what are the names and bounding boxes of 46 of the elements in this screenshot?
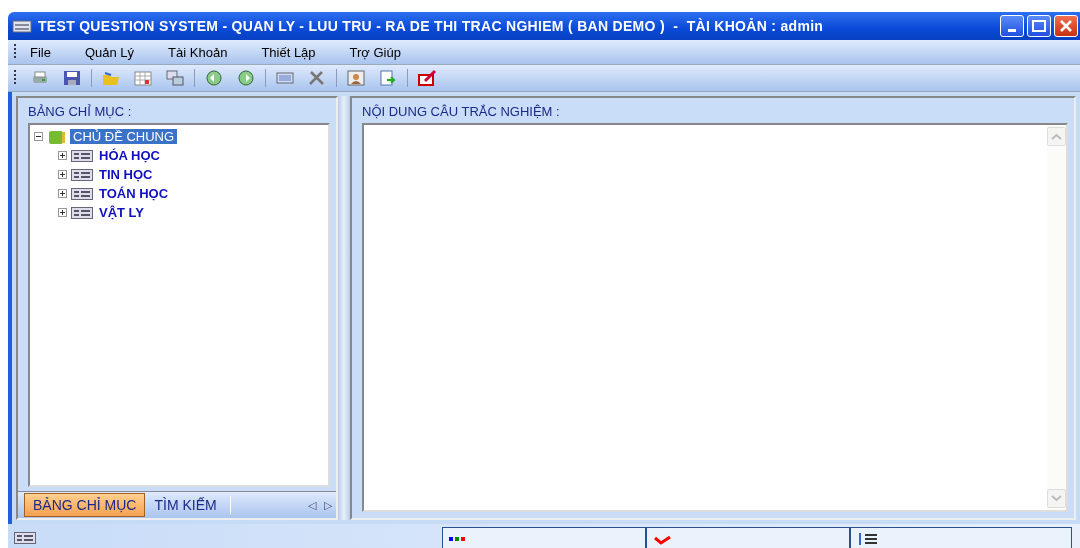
- maximize-button[interactable]: [1027, 15, 1051, 37]
- panel-title: NỘI DUNG CÂU TRẮC NGHIỆM :: [361, 103, 561, 121]
- menu-item[interactable]: File: [30, 44, 51, 60]
- collapse-icon[interactable]: [34, 132, 43, 141]
- back-icon[interactable]: [204, 69, 224, 87]
- tree-item[interactable]: TIN HỌC: [96, 167, 156, 182]
- tab[interactable]: BẢNG CHỈ MỤC: [24, 493, 146, 517]
- expand-icon[interactable]: [58, 208, 67, 217]
- numbered-list-icon: [857, 530, 879, 547]
- close-button[interactable]: [1054, 15, 1078, 37]
- tree-item[interactable]: VẬT LY: [96, 205, 148, 220]
- tree-item[interactable]: TOÁN HỌC: [96, 186, 172, 201]
- tab[interactable]: TÌM KIẾM: [145, 493, 226, 517]
- edit-icon[interactable]: [417, 69, 437, 87]
- list-icon: [71, 187, 93, 200]
- menu-item[interactable]: Thiết Lập: [261, 44, 316, 60]
- tab-scroll-button[interactable]: ▷: [320, 498, 336, 512]
- expand-icon[interactable]: [58, 151, 67, 160]
- minimize-button[interactable]: [1000, 15, 1024, 37]
- tree-item[interactable]: CHỦ ĐỀ CHUNG: [70, 129, 178, 144]
- export-icon[interactable]: [378, 69, 398, 87]
- minimize-icon: [1008, 28, 1016, 32]
- list-icon: [71, 149, 93, 162]
- list-icon: [14, 531, 36, 544]
- list-icon: [71, 206, 93, 219]
- forward-icon[interactable]: [236, 69, 256, 87]
- tab-scroll-button[interactable]: ◁: [304, 498, 320, 512]
- window-icon: [12, 19, 32, 33]
- close-icon: [1059, 19, 1073, 33]
- folder-icon[interactable]: [101, 69, 121, 87]
- list-icon: [71, 168, 93, 181]
- menu-item[interactable]: Quản Lý: [84, 44, 135, 60]
- panel-title: BẢNG CHỈ MỤC :: [27, 103, 133, 121]
- network-icon[interactable]: [165, 69, 185, 87]
- save-icon[interactable]: [62, 69, 82, 87]
- person-icon[interactable]: [346, 69, 366, 87]
- book-icon: [47, 128, 67, 145]
- menu-item[interactable]: Trợ Giúp: [349, 44, 401, 60]
- window-title: TEST QUESTION SYSTEM - QUAN LY - LUU TRU - RA DE THI TRAC NGHIEM ( BAN DEMO ) - TÀI KHOẢN : admin: [38, 18, 824, 34]
- expand-icon[interactable]: [58, 170, 67, 179]
- menu-item[interactable]: Tài Khoản: [168, 44, 228, 60]
- tree-item[interactable]: HÓA HỌC: [96, 148, 163, 163]
- expand-icon[interactable]: [58, 189, 67, 198]
- maximize-icon: [1032, 20, 1046, 32]
- calendar-icon[interactable]: [133, 69, 153, 87]
- color-dots-icon: [449, 536, 465, 541]
